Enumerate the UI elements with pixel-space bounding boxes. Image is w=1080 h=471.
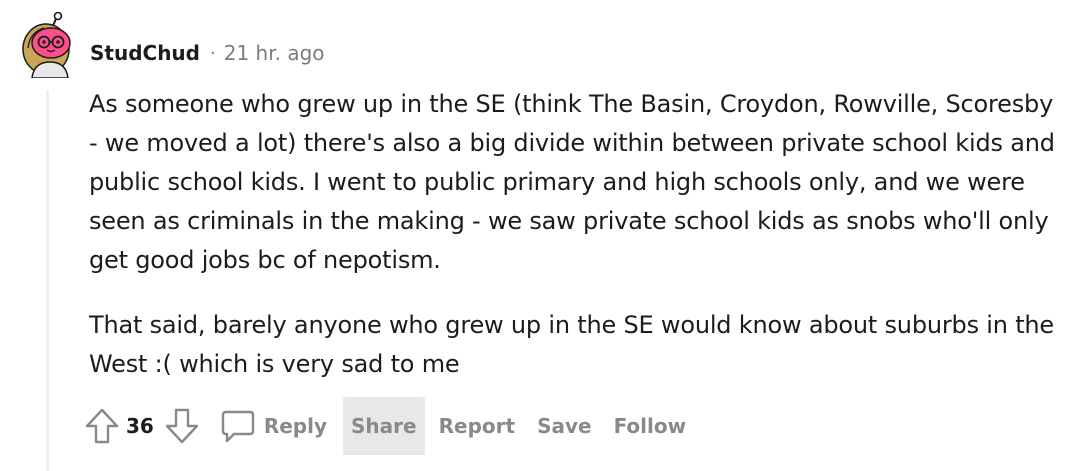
upvote-arrow-icon	[85, 408, 119, 444]
share-button[interactable]: Share	[343, 397, 425, 455]
comment-actions: 36 Reply Share Report Save Follow	[84, 397, 694, 455]
downvote-arrow-icon	[165, 408, 199, 444]
thread-line[interactable]	[46, 90, 49, 471]
comment: StudChud · 21 hr. ago As someone who gre…	[0, 0, 1080, 471]
follow-button[interactable]: Follow	[606, 397, 695, 455]
upvote-button[interactable]	[84, 407, 120, 445]
reply-label: Reply	[263, 414, 328, 438]
comment-header: StudChud · 21 hr. ago	[90, 38, 325, 68]
reply-button[interactable]: Reply	[216, 397, 335, 455]
user-avatar[interactable]	[22, 11, 80, 79]
meta-separator: ·	[210, 42, 216, 64]
comment-body: As someone who grew up in the SE (think …	[89, 85, 1059, 384]
comment-paragraph-2: That said, barely anyone who grew up in …	[89, 311, 1054, 378]
author-username[interactable]: StudChud	[90, 41, 200, 65]
vote-count: 36	[126, 414, 154, 438]
downvote-button[interactable]	[164, 407, 200, 445]
save-button[interactable]: Save	[529, 397, 600, 455]
report-button[interactable]: Report	[431, 397, 523, 455]
comment-bubble-icon	[221, 410, 255, 443]
comment-timestamp[interactable]: 21 hr. ago	[224, 41, 325, 65]
snoo-avatar-icon	[22, 11, 71, 79]
comment-paragraph-1: As someone who grew up in the SE (think …	[89, 90, 1055, 274]
